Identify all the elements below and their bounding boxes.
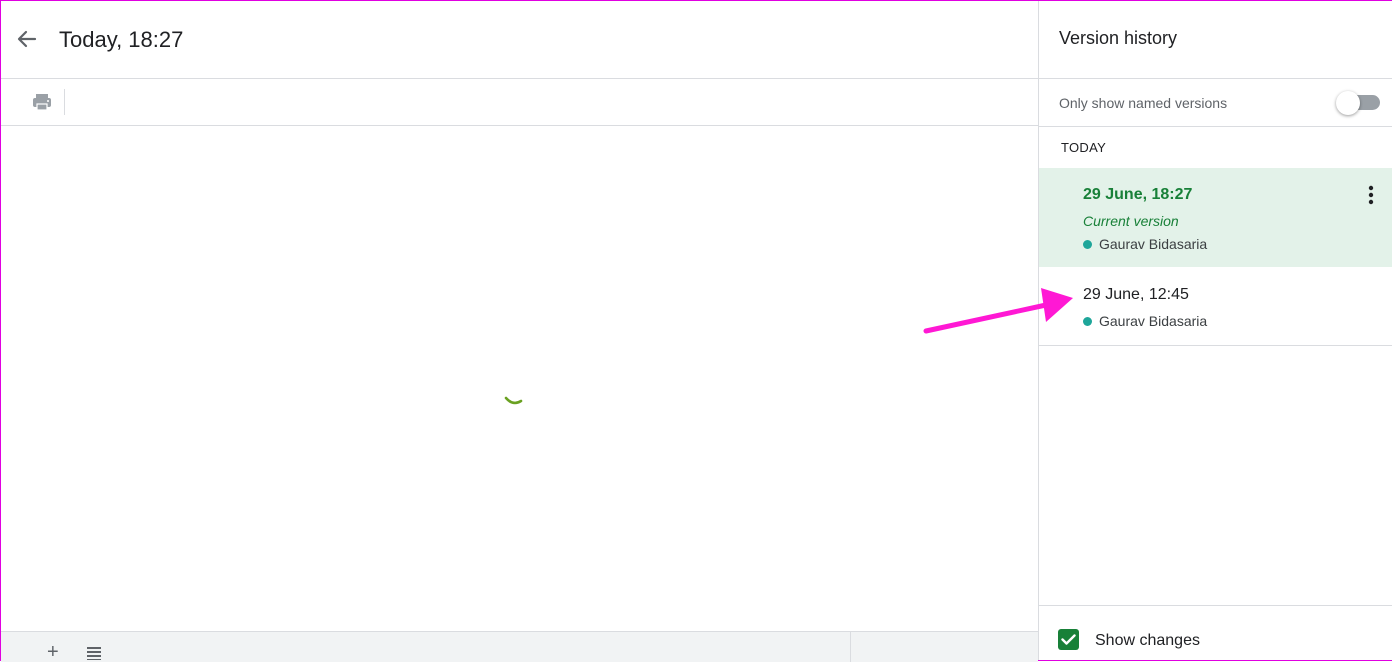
show-changes-label: Show changes: [1095, 632, 1200, 649]
panel-title: Version history: [1059, 28, 1178, 48]
arrow-back-icon: [17, 30, 37, 48]
current-version-label: Current version: [1083, 213, 1179, 229]
document-canvas: [1, 126, 1038, 631]
version-author: Gaurav Bidasaria: [1083, 236, 1207, 252]
panel-header: Version history: [1039, 1, 1392, 79]
toggle-knob: [1336, 91, 1360, 115]
loading-spinner-icon: [504, 396, 523, 405]
named-versions-toggle[interactable]: [1336, 91, 1380, 115]
version-item-current[interactable]: 29 June, 18:27 Current version Gaurav Bi…: [1039, 168, 1392, 267]
version-author: Gaurav Bidasaria: [1083, 313, 1207, 329]
more-vert-icon: [1368, 185, 1374, 205]
named-versions-row: Only show named versions: [1039, 79, 1392, 127]
version-time: 29 June, 18:27: [1083, 186, 1193, 203]
version-history-panel: Version history Only show named versions…: [1038, 1, 1392, 660]
version-item[interactable]: 29 June, 12:45 Gaurav Bidasaria: [1039, 268, 1392, 346]
page-title: Today, 18:27: [59, 27, 184, 52]
author-color-dot: [1083, 317, 1092, 326]
printer-icon: [33, 94, 51, 111]
version-time: 29 June, 12:45: [1083, 286, 1189, 303]
sheet-bar: +: [1, 631, 1038, 662]
sheet-bar-divider: [850, 632, 851, 662]
check-icon: [1061, 634, 1076, 645]
named-versions-label: Only show named versions: [1059, 95, 1228, 111]
add-sheet-button[interactable]: +: [47, 642, 59, 662]
panel-footer: Show changes: [1039, 605, 1392, 661]
show-changes-checkbox[interactable]: [1058, 629, 1079, 650]
back-button[interactable]: [11, 25, 41, 55]
author-name: Gaurav Bidasaria: [1099, 313, 1208, 329]
toolbar: [1, 79, 1038, 126]
main-area: Today, 18:27 +: [1, 1, 1038, 662]
list-icon[interactable]: [86, 646, 102, 660]
toolbar-divider: [64, 89, 65, 115]
print-button[interactable]: [29, 89, 55, 115]
author-color-dot: [1083, 240, 1092, 249]
more-options-button[interactable]: [1361, 184, 1381, 208]
author-name: Gaurav Bidasaria: [1099, 236, 1208, 252]
main-header: Today, 18:27: [1, 1, 1038, 79]
section-label-today: TODAY: [1061, 140, 1107, 155]
